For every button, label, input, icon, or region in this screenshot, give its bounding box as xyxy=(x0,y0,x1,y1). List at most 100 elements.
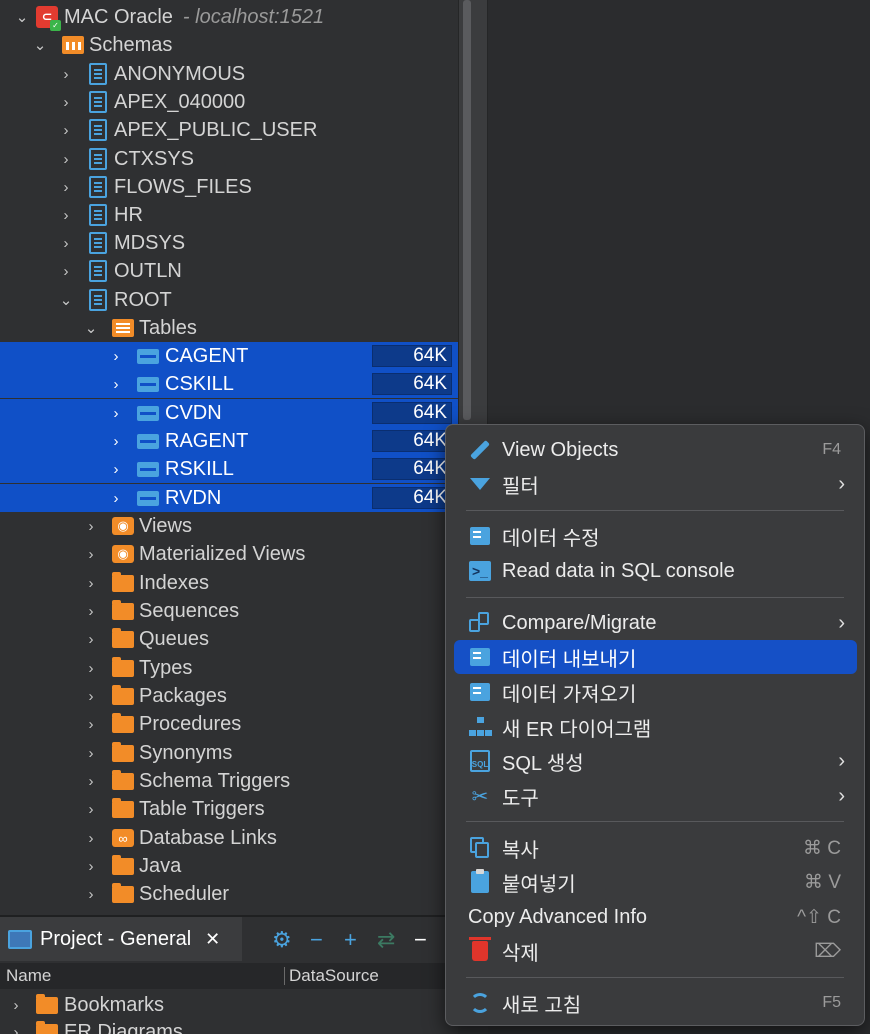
chevron-right-icon[interactable]: › xyxy=(108,399,124,427)
splitter-grip[interactable] xyxy=(463,0,471,420)
chevron-right-icon: › xyxy=(838,784,845,807)
menu-item-copy[interactable]: 복사 ⌘ C xyxy=(454,831,857,865)
tree-node-folder[interactable]: › Schema Triggers xyxy=(0,767,458,795)
tree-node-table[interactable]: › CVDN 64K xyxy=(0,399,458,427)
tree-node-folder[interactable]: › Types xyxy=(0,654,458,682)
tree-node-folder[interactable]: › Scheduler xyxy=(0,880,458,908)
tree-node-folder[interactable]: › Java xyxy=(0,852,458,880)
table-icon xyxy=(137,430,159,452)
chevron-right-icon[interactable]: › xyxy=(8,991,24,1019)
chevron-right-icon[interactable]: › xyxy=(58,88,74,116)
column-divider[interactable] xyxy=(284,967,285,985)
tree-node-folder[interactable]: › Queues xyxy=(0,625,458,653)
tree-node-schema[interactable]: › APEX_PUBLIC_USER xyxy=(0,116,458,144)
minimize-icon[interactable]: − xyxy=(414,927,427,953)
chevron-right-icon[interactable]: › xyxy=(83,654,99,682)
tree-node-table[interactable]: › RSKILL 64K xyxy=(0,455,458,483)
menu-item-read-sql-console[interactable]: >_ Read data in SQL console xyxy=(454,554,857,588)
tree-node-table[interactable]: › CSKILL 64K xyxy=(0,370,458,398)
chevron-right-icon[interactable]: › xyxy=(58,229,74,257)
link-arrows-icon[interactable]: ⇄ xyxy=(377,927,395,953)
chevron-right-icon[interactable]: › xyxy=(108,342,124,370)
chevron-right-icon[interactable]: › xyxy=(83,682,99,710)
chevron-down-icon[interactable]: ⌄ xyxy=(58,286,74,314)
chevron-right-icon[interactable]: › xyxy=(58,60,74,88)
chevron-right-icon[interactable]: › xyxy=(83,625,99,653)
tree-node-database-links[interactable]: › ∞ Database Links xyxy=(0,824,458,852)
tree-node-folder[interactable]: › Packages xyxy=(0,682,458,710)
menu-item-tools[interactable]: ✂ 도구 › xyxy=(454,779,857,813)
tree-node-folder[interactable]: › Synonyms xyxy=(0,739,458,767)
project-item-bookmarks[interactable]: › Bookmarks xyxy=(0,991,458,1019)
tree-node-schema[interactable]: › APEX_040000 xyxy=(0,88,458,116)
tree-node-folder[interactable]: › Sequences xyxy=(0,597,458,625)
chevron-down-icon[interactable]: ⌄ xyxy=(83,314,99,342)
menu-item-copy-advanced-info[interactable]: Copy Advanced Info ^⇧ C xyxy=(454,900,857,934)
tree-node-folder[interactable]: › Procedures xyxy=(0,710,458,738)
tree-node-table[interactable]: › CAGENT 64K xyxy=(0,342,458,370)
chevron-right-icon[interactable]: › xyxy=(83,540,99,568)
column-name[interactable]: Name xyxy=(6,966,51,986)
chevron-right-icon[interactable]: › xyxy=(83,852,99,880)
column-datasource[interactable]: DataSource xyxy=(289,966,379,986)
menu-item-delete[interactable]: 삭제 ⌦ xyxy=(454,934,857,968)
gear-icon[interactable]: ⚙ xyxy=(272,927,292,953)
tree-node-schema[interactable]: › MDSYS xyxy=(0,229,458,257)
chevron-right-icon[interactable]: › xyxy=(58,257,74,285)
chevron-right-icon[interactable]: › xyxy=(83,569,99,597)
project-item-er-diagrams[interactable]: › ER Diagrams xyxy=(0,1018,458,1034)
chevron-right-icon[interactable]: › xyxy=(83,597,99,625)
er-diagram-folder-icon xyxy=(36,1020,58,1034)
chevron-right-icon[interactable]: › xyxy=(58,145,74,173)
tree-node-connection[interactable]: ⌄ ⊂ ✓ MAC Oracle - localhost:1521 xyxy=(0,3,458,31)
menu-item-new-er-diagram[interactable]: 새 ER 다이어그램 xyxy=(454,710,857,744)
chevron-right-icon[interactable]: › xyxy=(108,370,124,398)
menu-item-filter[interactable]: 필터 › xyxy=(454,467,857,501)
tree-node-schema[interactable]: › CTXSYS xyxy=(0,145,458,173)
chevron-right-icon[interactable]: › xyxy=(108,427,124,455)
menu-item-paste[interactable]: 붙여넣기 ⌘ V xyxy=(454,865,857,899)
menu-item-edit-data[interactable]: 데이터 수정 xyxy=(454,519,857,553)
chevron-right-icon[interactable]: › xyxy=(8,1018,24,1034)
tree-node-schema[interactable]: › HR xyxy=(0,201,458,229)
menu-item-generate-sql[interactable]: SQL SQL 생성 › xyxy=(454,744,857,778)
chevron-right-icon[interactable]: › xyxy=(58,173,74,201)
chevron-right-icon[interactable]: › xyxy=(83,710,99,738)
chevron-down-icon[interactable]: ⌄ xyxy=(32,31,48,59)
tree-node-schemas[interactable]: ⌄ Schemas xyxy=(0,31,458,59)
menu-item-view-objects[interactable]: View Objects F4 xyxy=(454,433,857,467)
chevron-right-icon[interactable]: › xyxy=(83,824,99,852)
tree-node-views[interactable]: › ◉ Views xyxy=(0,512,458,540)
tree-node-materialized-views[interactable]: › ◉ Materialized Views xyxy=(0,540,458,568)
folder-label: Java xyxy=(139,854,182,877)
chevron-right-icon[interactable]: › xyxy=(83,739,99,767)
tree-node-schema-root[interactable]: ⌄ ROOT xyxy=(0,286,458,314)
tree-node-tables[interactable]: ⌄ Tables xyxy=(0,314,458,342)
chevron-down-icon[interactable]: ⌄ xyxy=(14,3,30,31)
chevron-right-icon[interactable]: › xyxy=(108,484,124,512)
chevron-right-icon[interactable]: › xyxy=(83,512,99,540)
table-label: CAGENT xyxy=(165,344,249,367)
chevron-right-icon[interactable]: › xyxy=(83,795,99,823)
chevron-right-icon[interactable]: › xyxy=(58,116,74,144)
tree-node-schema[interactable]: › FLOWS_FILES xyxy=(0,173,458,201)
tree-node-folder[interactable]: › Indexes xyxy=(0,569,458,597)
tree-node-table[interactable]: › RVDN 64K xyxy=(0,484,458,512)
tree-node-folder[interactable]: › Table Triggers xyxy=(0,795,458,823)
chevron-right-icon[interactable]: › xyxy=(83,880,99,908)
close-icon[interactable]: ✕ xyxy=(205,929,220,950)
menu-item-compare-migrate[interactable]: Compare/Migrate › xyxy=(454,606,857,640)
menu-item-refresh[interactable]: 새로 고침 F5 xyxy=(454,986,857,1020)
menu-item-export-data[interactable]: 데이터 내보내기 xyxy=(454,640,857,674)
tree-node-schema[interactable]: › OUTLN xyxy=(0,257,458,285)
schema-label: HR xyxy=(114,203,143,226)
chevron-right-icon[interactable]: › xyxy=(83,767,99,795)
menu-item-import-data[interactable]: 데이터 가져오기 xyxy=(454,675,857,709)
tree-node-table[interactable]: › RAGENT 64K xyxy=(0,427,458,455)
chevron-right-icon[interactable]: › xyxy=(58,201,74,229)
minus-icon[interactable]: − xyxy=(310,927,323,953)
plus-icon[interactable]: + xyxy=(344,927,357,953)
chevron-right-icon[interactable]: › xyxy=(108,455,124,483)
tab-project-general[interactable]: Project - General ✕ xyxy=(0,917,242,961)
tree-node-schema[interactable]: › ANONYMOUS xyxy=(0,60,458,88)
